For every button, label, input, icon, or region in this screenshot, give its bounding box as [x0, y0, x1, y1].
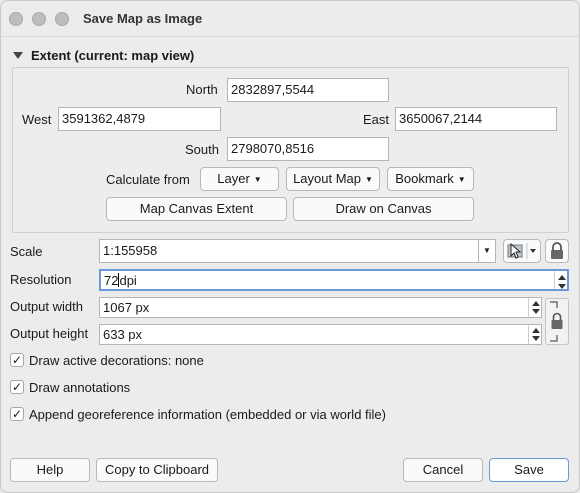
- bookmark-button-label: Bookmark: [395, 171, 454, 186]
- resolution-value: 72: [104, 273, 119, 288]
- resolution-spinbox[interactable]: 72dpi: [99, 269, 569, 291]
- resolution-stepper[interactable]: [554, 271, 567, 289]
- east-label: East: [363, 112, 390, 127]
- output-width-value: 1067 px: [103, 300, 150, 315]
- chevron-down-icon: ▼: [457, 175, 466, 184]
- scale-label: Scale: [10, 244, 43, 259]
- width-stepper[interactable]: [528, 298, 541, 317]
- help-button[interactable]: Help: [10, 458, 90, 482]
- west-label: West: [22, 112, 52, 127]
- check-icon: ✓: [11, 380, 23, 394]
- extent-group-title: Extent (current: map view): [31, 48, 195, 63]
- lock-scale-button[interactable]: [545, 239, 569, 263]
- layout-map-button-label: Layout Map: [293, 171, 361, 186]
- extent-group-toggle[interactable]: Extent (current: map view): [13, 48, 194, 63]
- cancel-button[interactable]: Cancel: [403, 458, 483, 482]
- annotations-label: Draw annotations: [29, 380, 131, 395]
- bookmark-button[interactable]: Bookmark ▼: [387, 167, 474, 191]
- chevron-down-icon: ▼: [253, 175, 262, 184]
- chevron-down-icon: ▼: [365, 175, 373, 184]
- stepper-up-icon[interactable]: [558, 275, 566, 280]
- georeference-checkbox[interactable]: ✓: [10, 407, 24, 421]
- stepper-up-icon[interactable]: [532, 301, 540, 306]
- stepper-up-icon[interactable]: [532, 328, 540, 333]
- check-icon: ✓: [11, 407, 23, 421]
- scale-value: 1:155958: [103, 243, 158, 258]
- stepper-down-icon[interactable]: [558, 284, 566, 289]
- map-cursor-icon: [507, 242, 536, 259]
- output-height-spinbox[interactable]: 633 px: [99, 324, 542, 345]
- layer-button-label: Layer: [217, 171, 250, 186]
- resolution-label: Resolution: [10, 272, 72, 287]
- check-icon: ✓: [11, 353, 23, 367]
- chain-lock-icon: [550, 301, 563, 342]
- annotations-checkbox[interactable]: ✓: [10, 380, 24, 394]
- select-scale-from-map-button[interactable]: [503, 239, 541, 263]
- chevron-down-icon[interactable]: ▼: [478, 240, 495, 262]
- stepper-down-icon[interactable]: [532, 309, 540, 314]
- resolution-unit: dpi: [119, 273, 137, 288]
- output-height-value: 633 px: [103, 327, 143, 342]
- layout-map-button[interactable]: Layout Map ▼: [286, 167, 380, 191]
- zoom-window-button[interactable]: [55, 12, 69, 26]
- output-width-spinbox[interactable]: 1067 px: [99, 297, 542, 318]
- height-stepper[interactable]: [528, 325, 541, 344]
- georeference-label: Append georeference information (embedde…: [29, 407, 386, 422]
- south-label: South: [185, 142, 219, 157]
- west-input[interactable]: 3591362,4879: [58, 107, 221, 131]
- lock-aspect-ratio-button[interactable]: [545, 298, 569, 345]
- collapse-triangle-icon: [13, 52, 23, 59]
- lock-icon: [551, 242, 563, 259]
- stepper-down-icon[interactable]: [532, 336, 540, 341]
- output-width-label: Output width: [10, 299, 83, 314]
- window-title: Save Map as Image: [83, 11, 203, 26]
- layer-button[interactable]: Layer ▼: [200, 167, 279, 191]
- copy-to-clipboard-button[interactable]: Copy to Clipboard: [96, 458, 218, 482]
- title-bar: Save Map as Image: [1, 1, 579, 37]
- save-map-dialog: Save Map as Image Extent (current: map v…: [0, 0, 580, 493]
- map-canvas-extent-button[interactable]: Map Canvas Extent: [106, 197, 287, 221]
- east-input[interactable]: 3650067,2144: [395, 107, 557, 131]
- save-button[interactable]: Save: [489, 458, 569, 482]
- scale-combobox[interactable]: 1:155958 ▼: [99, 239, 496, 263]
- north-label: North: [186, 82, 218, 97]
- output-height-label: Output height: [10, 326, 89, 341]
- south-input[interactable]: 2798070,8516: [227, 137, 389, 161]
- minimize-window-button[interactable]: [32, 12, 46, 26]
- draw-on-canvas-button[interactable]: Draw on Canvas: [293, 197, 474, 221]
- close-window-button[interactable]: [9, 12, 23, 26]
- decorations-label: Draw active decorations: none: [29, 353, 204, 368]
- north-input[interactable]: 2832897,5544: [227, 78, 389, 102]
- calculate-from-label: Calculate from: [106, 172, 190, 187]
- decorations-checkbox[interactable]: ✓: [10, 353, 24, 367]
